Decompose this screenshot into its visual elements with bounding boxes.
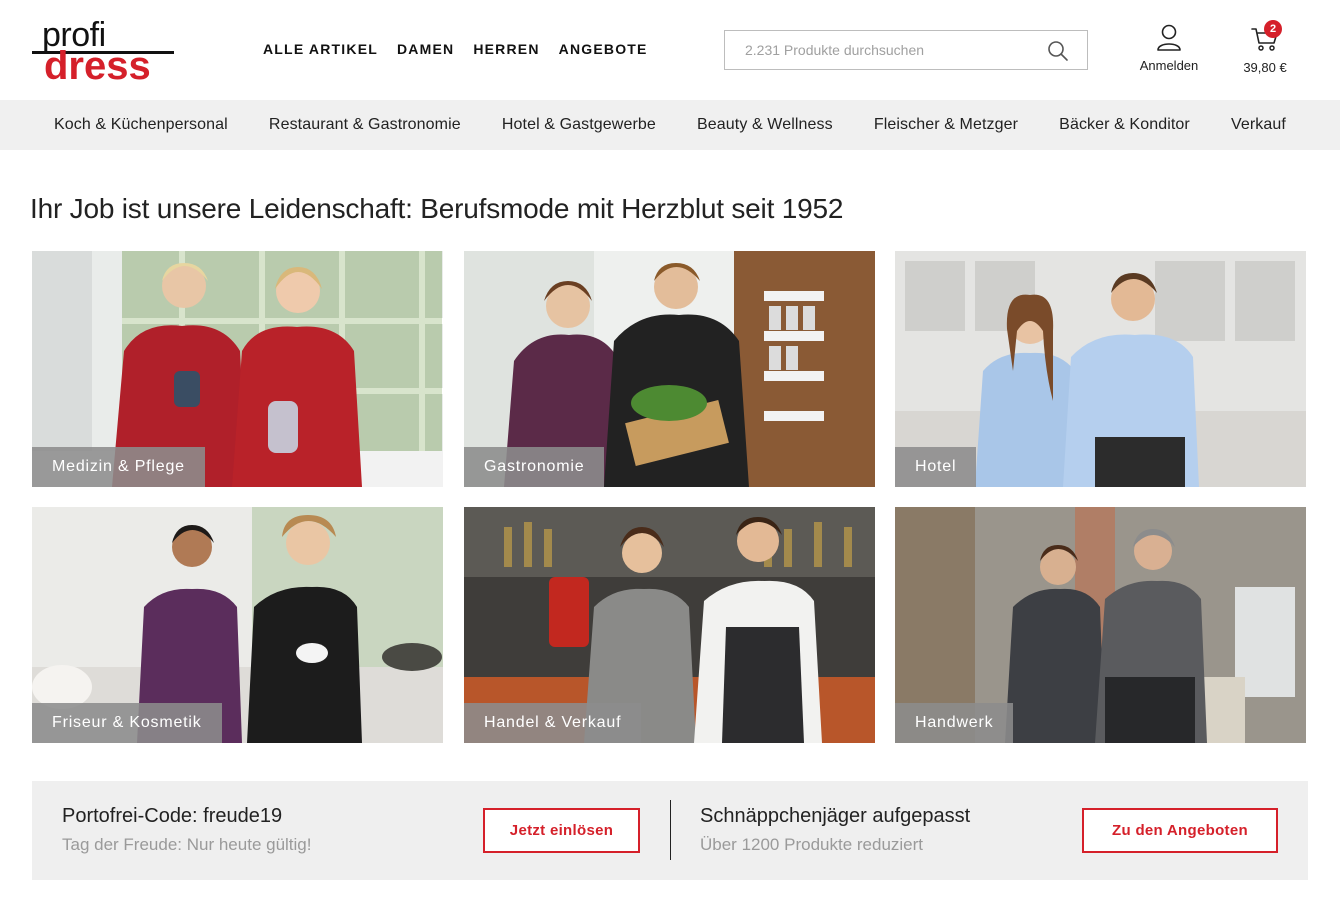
- tile-label: Hotel: [895, 447, 977, 487]
- tile-label: Medizin & Pflege: [32, 447, 205, 487]
- category-bar: Koch & Küchenpersonal Restaurant & Gastr…: [0, 100, 1340, 150]
- tile-medizin-pflege[interactable]: Medizin & Pflege: [32, 251, 443, 487]
- tile-label: Friseur & Kosmetik: [32, 703, 222, 743]
- search-box: [724, 30, 1088, 70]
- category-koch[interactable]: Koch & Küchenpersonal: [54, 116, 228, 134]
- offers-button[interactable]: Zu den Angeboten: [1082, 808, 1278, 853]
- main-nav: ALLE ARTIKEL DAMEN HERREN ANGEBOTE: [263, 41, 648, 57]
- site-header: profi dress ALLE ARTIKEL DAMEN HERREN AN…: [0, 0, 1340, 100]
- category-beauty[interactable]: Beauty & Wellness: [697, 116, 833, 134]
- page-headline: Ihr Job ist unsere Leidenschaft: Berufsm…: [30, 193, 844, 224]
- category-hotel[interactable]: Hotel & Gastgewerbe: [502, 116, 656, 134]
- nav-angebote[interactable]: ANGEBOTE: [559, 41, 648, 57]
- account-label: Anmelden: [1139, 58, 1199, 73]
- tile-handel-verkauf[interactable]: Handel & Verkauf: [464, 507, 875, 743]
- promo-banner: Portofrei-Code: freude19 Tag der Freude:…: [32, 781, 1308, 880]
- category-restaurant[interactable]: Restaurant & Gastronomie: [269, 116, 461, 134]
- cart-total: 39,80 €: [1243, 60, 1287, 75]
- category-verkauf[interactable]: Verkauf: [1231, 116, 1286, 134]
- tile-friseur-kosmetik[interactable]: Friseur & Kosmetik: [32, 507, 443, 743]
- cart-count-badge: 2: [1264, 20, 1282, 38]
- tile-label: Gastronomie: [464, 447, 605, 487]
- promo-divider: [670, 800, 671, 860]
- tile-hotel[interactable]: Hotel: [895, 251, 1306, 487]
- nav-damen[interactable]: DAMEN: [397, 41, 454, 57]
- category-baecker[interactable]: Bäcker & Konditor: [1059, 116, 1190, 134]
- bargain-title: Schnäppchenjäger aufgepasst: [700, 805, 971, 827]
- user-icon: [1157, 24, 1181, 51]
- category-tiles: Medizin & Pflege Gastronomie Hotel Frise…: [32, 251, 1306, 743]
- tile-handwerk[interactable]: Handwerk: [895, 507, 1306, 743]
- redeem-button[interactable]: Jetzt einlösen: [483, 808, 640, 853]
- tile-gastronomie[interactable]: Gastronomie: [464, 251, 875, 487]
- tile-label: Handel & Verkauf: [464, 703, 642, 743]
- search-icon[interactable]: [1047, 40, 1069, 62]
- nav-herren[interactable]: HERREN: [473, 41, 539, 57]
- logo-text-bottom: dress: [44, 44, 151, 88]
- category-fleischer[interactable]: Fleischer & Metzger: [874, 116, 1018, 134]
- account-link[interactable]: Anmelden: [1132, 24, 1206, 73]
- nav-alle-artikel[interactable]: ALLE ARTIKEL: [263, 41, 378, 57]
- tile-label: Handwerk: [895, 703, 1014, 743]
- bargain-subtitle: Über 1200 Produkte reduziert: [700, 835, 924, 854]
- profidress-logo[interactable]: profi dress: [32, 16, 177, 88]
- promo-code-title: Portofrei-Code: freude19: [62, 805, 283, 827]
- cart-link[interactable]: 2 39,80 €: [1236, 20, 1294, 75]
- promo-code-subtitle: Tag der Freude: Nur heute gültig!: [62, 835, 312, 854]
- search-input[interactable]: [725, 31, 1045, 69]
